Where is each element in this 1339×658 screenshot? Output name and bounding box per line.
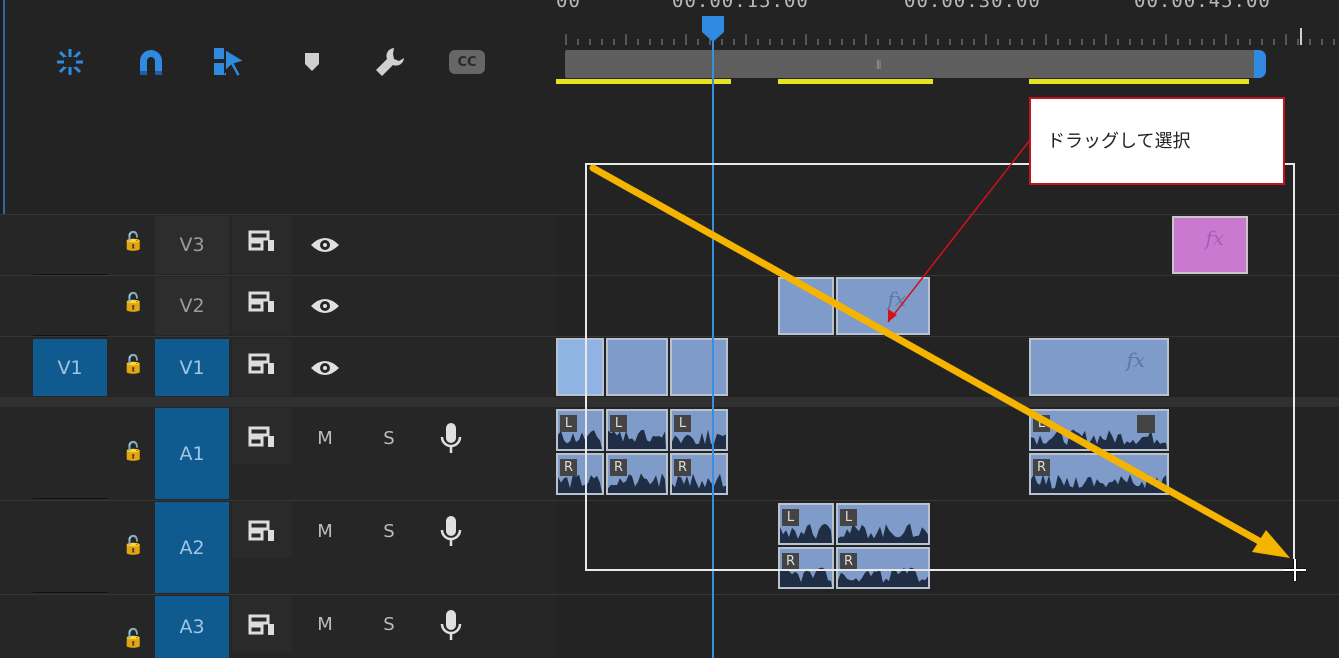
callout-pointer-arrowhead	[888, 309, 897, 322]
annotation-callout: ドラッグして選択	[1029, 97, 1285, 185]
callout-pointer-arrow	[887, 139, 1031, 323]
drag-direction-arrowhead	[1252, 530, 1290, 558]
drag-direction-arrow	[589, 164, 1272, 550]
